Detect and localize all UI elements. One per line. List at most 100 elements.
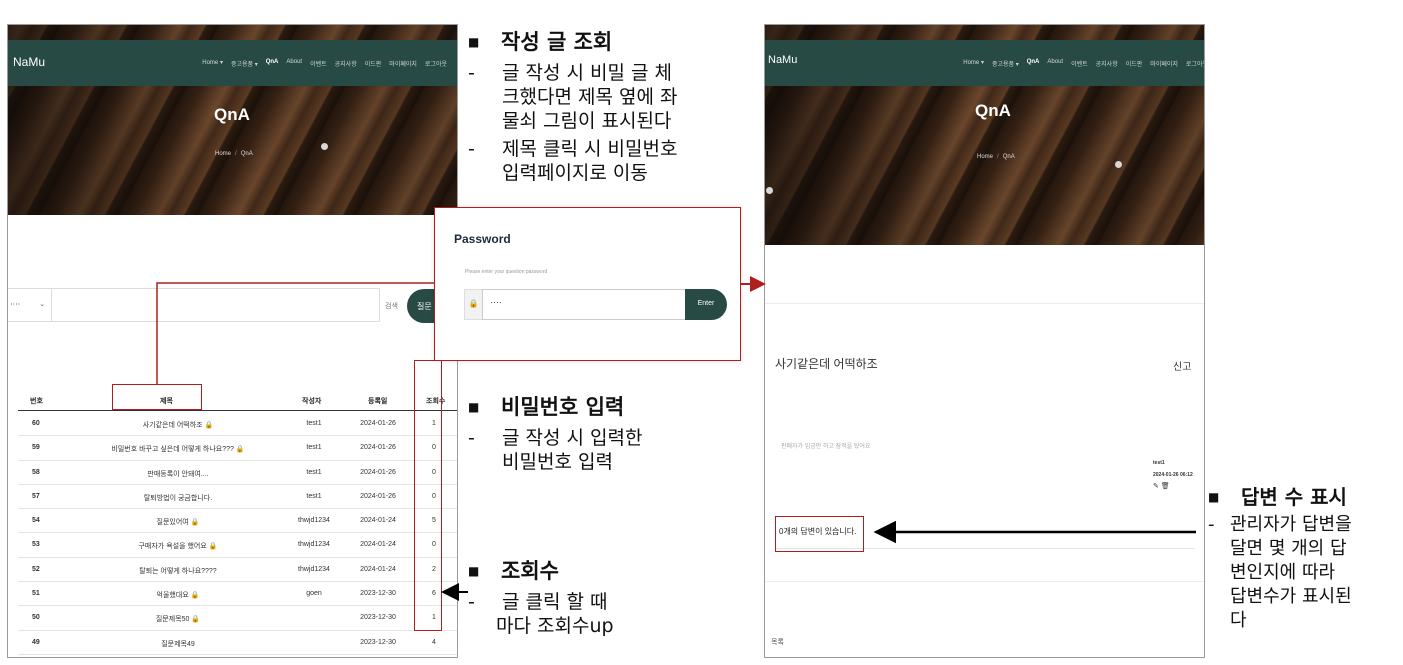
hero-banner: NaMu Home ▾ 중고용품 ▾ QnA About 이벤트 공지사항 이드판 마이페이지… bbox=[8, 25, 457, 215]
row-number: 53 bbox=[32, 541, 40, 548]
row-number: 49 bbox=[32, 639, 40, 646]
nav-item[interactable]: 이벤트 bbox=[310, 59, 327, 68]
nav-item[interactable]: 로그아웃 bbox=[1186, 59, 1204, 68]
nav-item[interactable]: 공지사항 bbox=[1096, 59, 1118, 68]
breadcrumb-home[interactable]: Home bbox=[977, 154, 993, 160]
row-title[interactable]: 사기같은데 어떡하조 🔒 bbox=[58, 420, 298, 430]
row-author: test1 bbox=[288, 420, 340, 427]
annotation-text: 답변수가 표시된 bbox=[1230, 586, 1352, 607]
search-button[interactable]: 검색 bbox=[385, 301, 398, 311]
nav-item[interactable]: 공지사항 bbox=[335, 59, 357, 68]
row-title[interactable]: 질문제목49 bbox=[58, 639, 298, 649]
site-logo[interactable]: NaMu bbox=[13, 55, 45, 69]
nav-item[interactable]: 중고용품 ▾ bbox=[231, 59, 258, 68]
breadcrumb-separator: / bbox=[997, 154, 999, 160]
table-row[interactable]: 49 질문제목49 2023-12-30 4 bbox=[18, 631, 457, 655]
row-author-text: test1 bbox=[306, 492, 322, 500]
nav-item[interactable]: About bbox=[1047, 59, 1063, 68]
row-title[interactable]: 질문있어여 🔒 bbox=[58, 517, 298, 527]
row-number-text: 54 bbox=[32, 517, 40, 525]
annotation-text: -글 작성 시 입력한 bbox=[468, 427, 643, 449]
row-author: thwjd1234 bbox=[288, 541, 340, 548]
bullet-icon: ■ bbox=[1208, 490, 1220, 504]
annotation-text: 마다 조회수up bbox=[496, 615, 614, 637]
nav-item[interactable]: 이드판 bbox=[365, 59, 382, 68]
row-title[interactable]: 탈퇴는 어떻게 하나요???? bbox=[58, 566, 298, 576]
row-title[interactable]: 구매자가 욕설을 했어요 🔒 bbox=[58, 541, 298, 551]
table-row[interactable]: 54 질문있어여 🔒 thwjd1234 2024-01-24 5 bbox=[18, 509, 457, 534]
nav-item[interactable]: About bbox=[286, 59, 302, 68]
back-to-list-link[interactable]: 목록 bbox=[771, 637, 784, 647]
site-logo[interactable]: NaMu bbox=[768, 54, 797, 66]
row-author: thwjd1234 bbox=[288, 517, 340, 524]
search-input[interactable]: ···· ⌄ bbox=[8, 288, 380, 322]
row-title[interactable]: 탈퇴방법이 궁금합니다. bbox=[58, 493, 298, 503]
row-date: 2023-12-30 bbox=[348, 590, 408, 597]
nav-item[interactable]: 이벤트 bbox=[1071, 59, 1088, 68]
page-title: QnA bbox=[975, 101, 1011, 120]
password-input[interactable]: ···· bbox=[482, 289, 686, 320]
hero-lamp bbox=[321, 143, 328, 150]
table-row[interactable]: 53 구매자가 욕설을 했어요 🔒 thwjd1234 2024-01-24 0 bbox=[18, 533, 457, 558]
row-author: test1 bbox=[288, 493, 340, 500]
row-author: test1 bbox=[288, 469, 340, 476]
column-header-no: 번호 bbox=[30, 398, 43, 405]
nav-item[interactable]: 이드판 bbox=[1126, 59, 1143, 68]
table-row[interactable]: 51 억울했대요 🔒 goen 2023-12-30 6 bbox=[18, 582, 457, 607]
lock-icon: 🔒 bbox=[204, 422, 214, 429]
table-row[interactable]: 52 탈퇴는 어떻게 하나요???? thwjd1234 2024-01-24 2 bbox=[18, 558, 457, 583]
row-number-text: 60 bbox=[32, 420, 40, 427]
row-number: 52 bbox=[32, 566, 40, 573]
table-row[interactable]: 50 질문제목50 🔒 2023-12-30 1 bbox=[18, 606, 457, 631]
row-title[interactable]: 비밀번호 바꾸고 싶은데 어떻게 하나요??? 🔒 bbox=[58, 444, 298, 454]
bullet-icon: ■ bbox=[468, 400, 480, 414]
row-date: 2024-01-24 bbox=[348, 541, 408, 548]
table-row[interactable]: 57 탈퇴방법이 궁금합니다. test1 2024-01-26 0 bbox=[18, 485, 457, 510]
nav-item[interactable]: 마이페이지 bbox=[389, 59, 417, 68]
report-button[interactable]: 신고 bbox=[1173, 358, 1191, 373]
nav-item[interactable]: Home ▾ bbox=[202, 59, 223, 68]
column-header-author: 작성자 bbox=[302, 398, 322, 405]
nav-item[interactable]: 로그아웃 bbox=[425, 59, 447, 68]
edit-icon[interactable]: ✎ bbox=[1153, 483, 1159, 490]
row-title-text: 질문제목49 bbox=[161, 640, 195, 648]
row-author: goen bbox=[288, 590, 340, 597]
answer-count-highlight bbox=[775, 516, 864, 552]
search-category-select[interactable]: ···· ⌄ bbox=[8, 289, 52, 321]
table-row[interactable]: 58 판매등록이 안돼여.... test1 2024-01-26 0 bbox=[18, 461, 457, 485]
hero-lamp bbox=[766, 187, 773, 194]
trash-icon[interactable]: 🗑 bbox=[1161, 483, 1170, 490]
modal-help-text: Please enter your question password bbox=[465, 269, 548, 275]
annotation-answer-count: ■ 답변 수 표시 - 관리자가 답변을 달면 몇 개의 답 변인지에 따라 답변수… bbox=[1208, 481, 1352, 633]
row-title[interactable]: 판매등록이 안돼여.... bbox=[58, 469, 298, 479]
row-date: 2024-01-26 bbox=[348, 444, 408, 451]
breadcrumb-separator: / bbox=[235, 151, 237, 157]
row-author-text: thwjd1234 bbox=[298, 565, 330, 573]
nav-item[interactable]: QnA bbox=[1027, 59, 1040, 68]
breadcrumb-home[interactable]: Home bbox=[215, 151, 231, 157]
chevron-down-icon: ⌄ bbox=[39, 300, 45, 308]
row-number-text: 53 bbox=[32, 541, 40, 549]
row-date-text: 2024-01-26 bbox=[360, 468, 396, 476]
search-category-value: ···· bbox=[10, 300, 21, 309]
row-title[interactable]: 억울했대요 🔒 bbox=[58, 590, 298, 600]
modal-title: Password bbox=[454, 232, 511, 246]
nav-item[interactable]: QnA bbox=[266, 59, 279, 68]
nav-item[interactable]: 마이페이지 bbox=[1150, 59, 1178, 68]
post-body: 판매자가 입금만 하고 잠적을 탔어요 bbox=[781, 444, 871, 450]
row-number-text: 57 bbox=[32, 492, 40, 500]
post-datetime: 2024-01-26 06:12 bbox=[1153, 472, 1193, 478]
row-title[interactable]: 질문제목50 🔒 bbox=[58, 614, 298, 624]
annotation-text: -글 작성 시 비밀 글 체 bbox=[468, 62, 673, 84]
table-row[interactable]: 60 사기같은데 어떡하조 🔒 test1 2024-01-26 1 bbox=[18, 412, 457, 437]
row-title-text: 구매자가 욕설을 했어요 bbox=[138, 543, 207, 551]
row-date: 2023-12-30 bbox=[348, 639, 408, 646]
enter-button[interactable]: Enter bbox=[685, 289, 727, 320]
nav-item[interactable]: 중고용품 ▾ bbox=[992, 59, 1019, 68]
row-number: 59 bbox=[32, 444, 40, 451]
nav-item[interactable]: Home ▾ bbox=[963, 59, 984, 68]
table-row[interactable]: 59 비밀번호 바꾸고 싶은데 어떻게 하나요??? 🔒 test1 2024-01-2… bbox=[18, 436, 457, 461]
lock-icon: 🔒 bbox=[464, 289, 482, 320]
row-date: 2024-01-24 bbox=[348, 517, 408, 524]
row-author-text: thwjd1234 bbox=[298, 517, 330, 525]
